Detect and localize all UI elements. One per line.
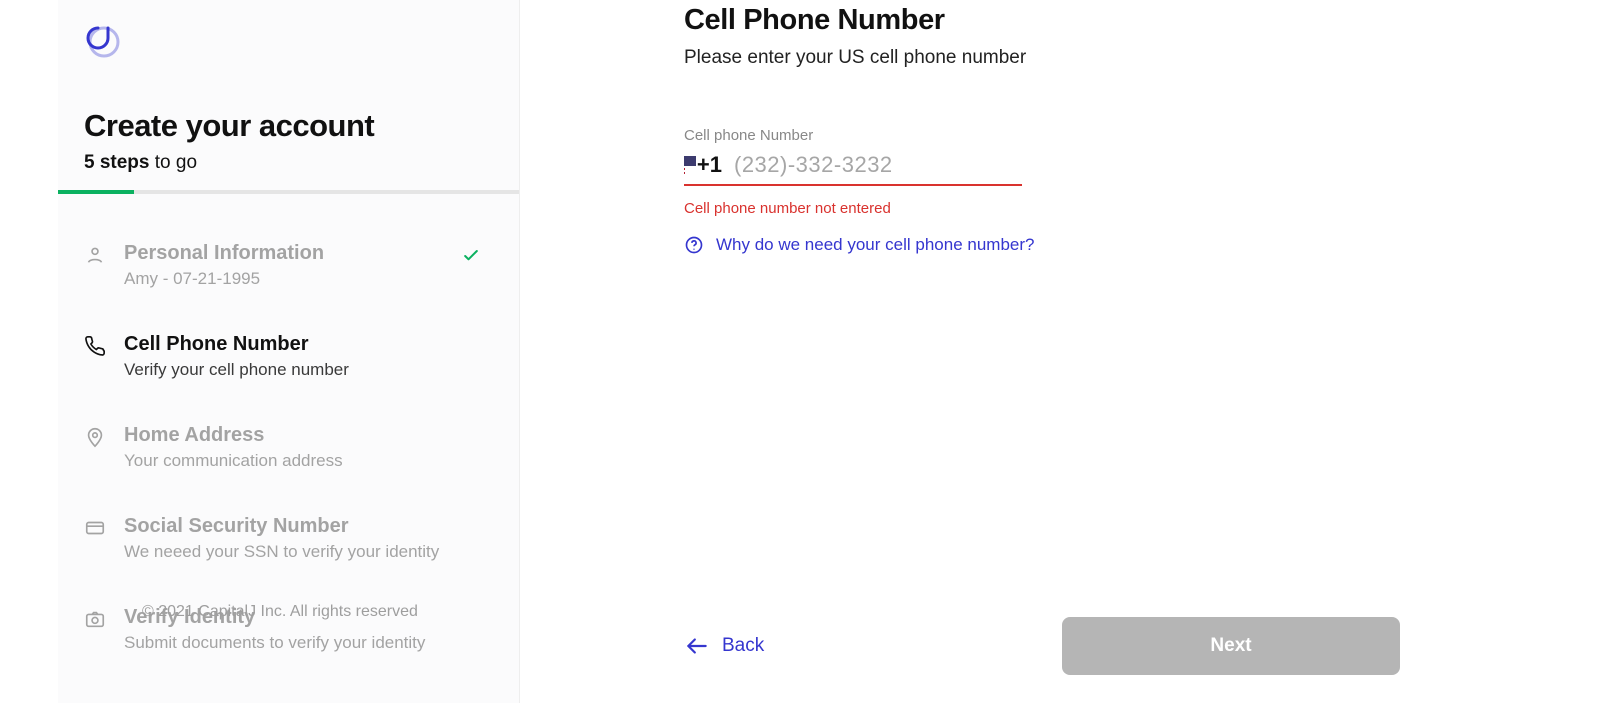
back-label: Back (722, 635, 764, 657)
step-subtext: Verify your cell phone number (124, 360, 493, 380)
steps-remaining: 5 steps to go (84, 152, 493, 174)
back-button[interactable]: Back (684, 633, 764, 659)
step-label: Cell Phone Number (124, 333, 493, 356)
us-flag-icon (684, 156, 685, 174)
help-circle-icon (684, 235, 704, 255)
camera-icon (84, 608, 106, 630)
step-subtext: Submit documents to verify your identity (124, 633, 493, 653)
progress-bar (58, 190, 519, 194)
step-home-address[interactable]: Home Address Your communication address (84, 424, 493, 471)
page-subtitle: Please enter your US cell phone number (684, 47, 1404, 69)
phone-input-row: +1 (684, 152, 1022, 186)
step-label: Home Address (124, 424, 493, 447)
step-label: Social Security Number (124, 515, 493, 538)
error-message: Cell phone number not entered (684, 200, 1404, 217)
sidebar-title: Create your account (84, 108, 493, 144)
footer-nav: Back Next (684, 617, 1400, 675)
step-subtext: We neeed your SSN to verify your identit… (124, 542, 493, 562)
phone-input[interactable] (734, 152, 1022, 178)
progress-fill (58, 190, 134, 194)
step-subtext: Amy - 07-21-1995 (124, 269, 493, 289)
step-cell-phone[interactable]: Cell Phone Number Verify your cell phone… (84, 333, 493, 380)
why-phone-text: Why do we need your cell phone number? (716, 235, 1034, 255)
step-ssn[interactable]: Social Security Number We neeed your SSN… (84, 515, 493, 562)
brand-logo (84, 20, 124, 60)
step-label: Personal Information (124, 242, 493, 265)
page-title: Cell Phone Number (684, 4, 1404, 37)
next-button[interactable]: Next (1062, 617, 1400, 675)
phone-icon (84, 335, 106, 357)
sidebar: Create your account 5 steps to go Person… (58, 0, 520, 703)
copyright-text: © 2021 CapitalJ Inc. All rights reserved (142, 603, 418, 621)
step-subtext: Your communication address (124, 451, 493, 471)
arrow-left-icon (684, 633, 710, 659)
map-pin-icon (84, 426, 106, 448)
person-icon (84, 244, 106, 266)
step-list: Personal Information Amy - 07-21-1995 Ce… (84, 242, 493, 653)
why-phone-link[interactable]: Why do we need your cell phone number? (684, 235, 1404, 255)
check-icon (461, 246, 481, 271)
step-personal-info[interactable]: Personal Information Amy - 07-21-1995 (84, 242, 493, 289)
card-icon (84, 517, 106, 539)
main-content: Cell Phone Number Please enter your US c… (684, 4, 1404, 255)
phone-field-label: Cell phone Number (684, 127, 1404, 144)
country-code: +1 (697, 152, 722, 178)
